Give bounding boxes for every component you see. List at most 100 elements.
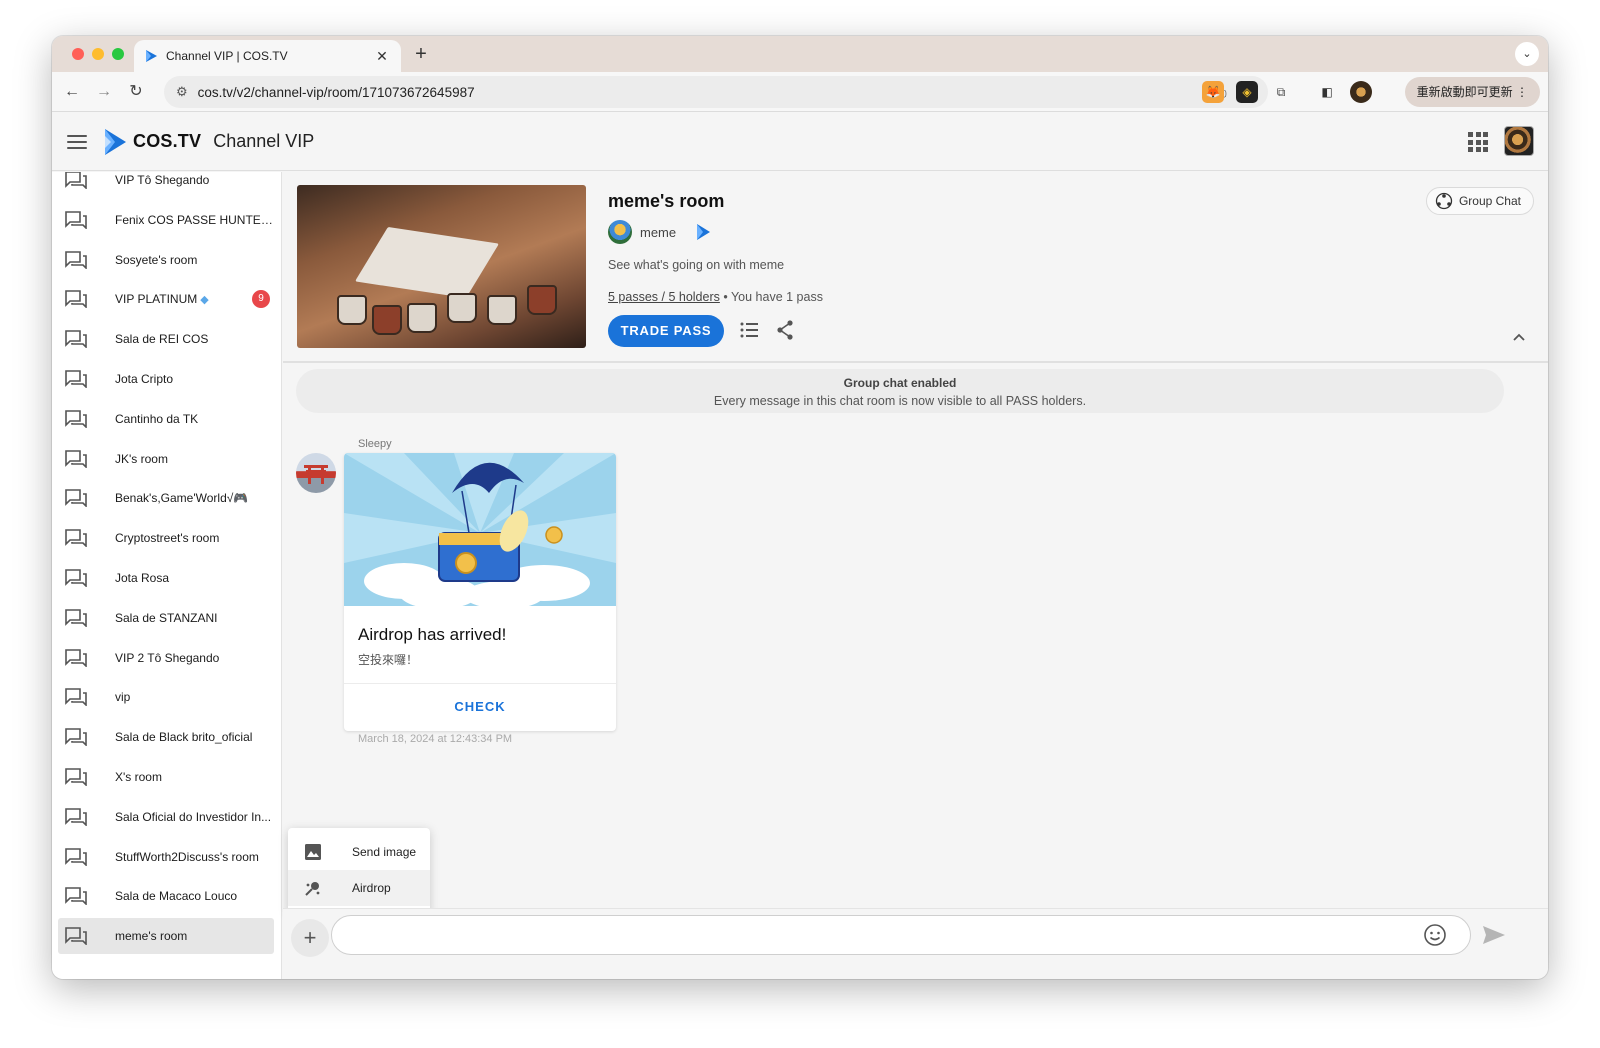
airdrop-menu-item[interactable]: Airdrop bbox=[288, 870, 430, 906]
browser-tab[interactable]: Channel VIP | COS.TV ✕ bbox=[134, 40, 401, 72]
chat-room-icon bbox=[65, 370, 87, 388]
sidebar-room-item[interactable]: VIP Tô Shegando bbox=[58, 172, 274, 198]
new-tab-button[interactable]: + bbox=[410, 42, 432, 66]
emoji-icon[interactable] bbox=[1423, 923, 1447, 947]
sidebar-room-item[interactable]: Sala de Black brito_oficial bbox=[58, 719, 274, 755]
url-text: cos.tv/v2/channel-vip/room/1710736726459… bbox=[197, 84, 475, 100]
sidebar-room-item[interactable]: Sosyete's room bbox=[58, 242, 274, 278]
message-timestamp: March 18, 2024 at 12:43:34 PM bbox=[358, 733, 513, 745]
attach-menu: Send image Airdrop bbox=[288, 828, 430, 914]
sidebar-room-item[interactable]: Jota Rosa bbox=[58, 560, 274, 596]
sidebar-room-item[interactable]: Sala Oficial do Investidor In... bbox=[58, 799, 274, 835]
side-panel-icon[interactable]: ◧ bbox=[1316, 81, 1338, 103]
address-bar[interactable]: ⚙ cos.tv/v2/channel-vip/room/17107367264… bbox=[164, 76, 1268, 108]
page-section-title: Channel VIP bbox=[213, 131, 315, 151]
sender-avatar[interactable] bbox=[296, 453, 336, 493]
sidebar-room-label: Sosyete's room bbox=[115, 252, 198, 267]
close-window-button[interactable] bbox=[72, 48, 84, 60]
tab-title: Channel VIP | COS.TV bbox=[166, 49, 288, 63]
sidebar-room-label: Sala Oficial do Investidor In... bbox=[115, 809, 272, 824]
holders-list-icon[interactable] bbox=[740, 322, 758, 338]
costv-logo[interactable]: COS.TV Channel VIP bbox=[103, 128, 314, 156]
tab-close-icon[interactable]: ✕ bbox=[373, 48, 391, 65]
sidebar-room-item[interactable]: X's room bbox=[58, 759, 274, 795]
user-avatar[interactable] bbox=[1504, 126, 1534, 156]
owner-avatar[interactable] bbox=[608, 220, 632, 244]
sidebar-room-item[interactable]: vip bbox=[58, 679, 274, 715]
chat-room-icon bbox=[65, 728, 87, 747]
chat-room-icon bbox=[65, 250, 87, 269]
profile-avatar-icon[interactable] bbox=[1350, 81, 1372, 103]
browser-window: Channel VIP | COS.TV ✕ + ⌄ ← → ↻ ⚙ cos.t… bbox=[52, 36, 1548, 979]
extensions-puzzle-icon[interactable]: ⧉ bbox=[1270, 81, 1292, 103]
sidebar-room-item[interactable]: JK's room bbox=[58, 441, 274, 477]
chat-room-icon bbox=[65, 847, 87, 866]
update-chrome-button[interactable]: 重新啟動即可更新 ⋮ bbox=[1404, 77, 1540, 107]
room-list-sidebar[interactable]: VIP Tô Shegando Fenix COS PASSE HUNTER 2 S… bbox=[52, 172, 282, 979]
sidebar-room-item[interactable]: Benak's,Game'World√🎮 bbox=[58, 480, 274, 516]
message-input[interactable] bbox=[331, 915, 1471, 955]
chat-room-icon bbox=[65, 489, 87, 508]
sidebar-room-item[interactable]: VIP 2 Tô Shegando bbox=[58, 640, 274, 676]
tab-strip: Channel VIP | COS.TV ✕ + ⌄ bbox=[52, 36, 1548, 72]
logo-wordmark: COS.TV bbox=[133, 131, 202, 151]
tab-search-button[interactable]: ⌄ bbox=[1515, 42, 1539, 66]
app-header: COS.TV Channel VIP bbox=[52, 113, 1548, 171]
chat-room-icon bbox=[65, 648, 87, 667]
forward-button[interactable]: → bbox=[92, 80, 116, 104]
sidebar-room-label: Sala de Black brito_oficial bbox=[115, 730, 253, 745]
sidebar-room-item[interactable]: Cryptostreet's room bbox=[58, 520, 274, 556]
chat-room-icon bbox=[65, 210, 87, 229]
chat-room-icon bbox=[65, 569, 87, 587]
share-icon[interactable] bbox=[776, 320, 794, 340]
sidebar-room-item[interactable]: Sala de STANZANI bbox=[58, 600, 274, 636]
sidebar-room-label: Sala de REI COS bbox=[115, 332, 209, 347]
zoom-window-button[interactable] bbox=[112, 48, 124, 60]
room-owner[interactable]: meme bbox=[608, 220, 712, 244]
torii-gate-avatar-icon bbox=[304, 465, 328, 484]
chat-room-icon bbox=[65, 768, 87, 786]
sidebar-room-item[interactable]: Sala de REI COS bbox=[58, 321, 274, 357]
sidebar-room-item[interactable]: meme's room bbox=[58, 918, 274, 955]
browser-toolbar: ← → ↻ ⚙ cos.tv/v2/channel-vip/room/17107… bbox=[52, 72, 1548, 112]
wallet-extension-icon[interactable]: ◈ bbox=[1236, 81, 1258, 103]
collapse-chevron-up-icon[interactable] bbox=[1512, 332, 1526, 342]
passes-holders-link[interactable]: 5 passes / 5 holders bbox=[608, 290, 720, 304]
owner-name[interactable]: meme bbox=[640, 225, 676, 240]
sidebar-room-label: Benak's,Game'World√🎮 bbox=[115, 491, 249, 506]
group-chat-button[interactable]: Group Chat bbox=[1425, 187, 1534, 215]
card-title: Airdrop has arrived! bbox=[358, 625, 507, 644]
send-image-menu-item[interactable]: Send image bbox=[288, 834, 430, 870]
pass-ownership-note: • You have 1 pass bbox=[719, 290, 823, 304]
sidebar-room-item[interactable]: Jota Cripto bbox=[58, 361, 274, 397]
sidebar-room-item[interactable]: VIP PLATINUM ◆ 9 bbox=[58, 281, 274, 317]
card-subtitle: 空投來囉！ bbox=[358, 653, 419, 667]
chat-room-icon bbox=[65, 330, 87, 349]
room-header: meme's room meme See what's going on wit… bbox=[283, 172, 1548, 363]
sidebar-room-label: Cryptostreet's room bbox=[115, 531, 220, 546]
sidebar-room-label: JK's room bbox=[115, 451, 168, 466]
sidebar-room-label: meme's room bbox=[115, 929, 188, 944]
menu-hamburger-icon[interactable] bbox=[67, 134, 87, 149]
back-button[interactable]: ← bbox=[60, 80, 84, 104]
airdrop-icon bbox=[305, 882, 320, 896]
airdrop-illustration bbox=[344, 453, 616, 606]
chat-room-icon bbox=[65, 807, 87, 826]
metamask-extension-icon[interactable]: 🦊 bbox=[1202, 81, 1224, 103]
sidebar-room-item[interactable]: Fenix COS PASSE HUNTER 2 bbox=[58, 202, 274, 238]
trade-pass-button[interactable]: TRADE PASS bbox=[608, 315, 724, 347]
check-airdrop-button[interactable]: CHECK bbox=[344, 699, 616, 714]
costv-play-logo-icon bbox=[105, 128, 126, 155]
sidebar-room-item[interactable]: Cantinho da TK bbox=[58, 401, 274, 437]
apps-grid-icon[interactable] bbox=[1468, 132, 1488, 152]
sidebar-room-item[interactable]: Sala de Macaco Louco bbox=[58, 878, 274, 914]
reload-button[interactable]: ↻ bbox=[124, 80, 148, 104]
airdrop-message-card: Airdrop has arrived! 空投來囉！ CHECK bbox=[344, 453, 616, 731]
sidebar-room-item[interactable]: StuffWorth2Discuss's room bbox=[58, 839, 274, 875]
site-settings-icon[interactable]: ⚙ bbox=[176, 84, 188, 100]
send-icon[interactable] bbox=[1482, 925, 1506, 945]
chat-room-icon bbox=[65, 290, 87, 309]
image-icon bbox=[305, 844, 321, 860]
minimize-window-button[interactable] bbox=[92, 48, 104, 60]
attach-plus-button[interactable]: + bbox=[291, 919, 329, 957]
